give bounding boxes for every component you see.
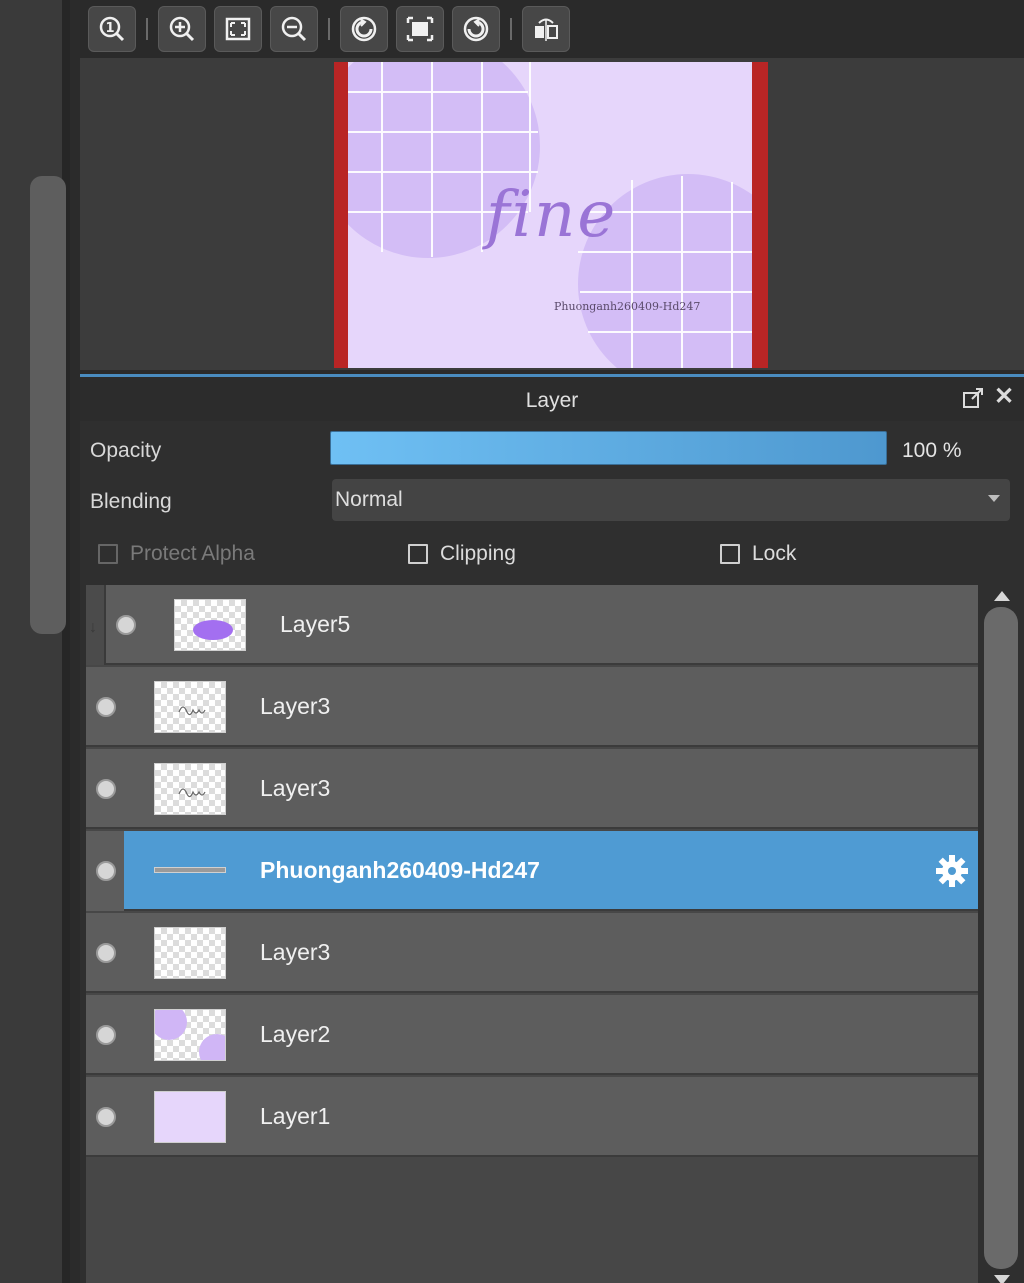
reset-view-icon (406, 16, 434, 42)
popout-icon[interactable] (962, 387, 984, 409)
scroll-up-icon[interactable] (994, 591, 1010, 601)
flip-horizontal-icon (535, 18, 558, 41)
purple-blob-thumb (193, 620, 233, 640)
visibility-toggle[interactable] (96, 861, 116, 881)
purple-corners-thumb (155, 1010, 225, 1060)
layer-name: Phuonganh260409-Hd247 (260, 857, 540, 883)
canvas-text-fine: fine (486, 178, 618, 252)
rotate-right-button[interactable] (452, 6, 500, 52)
lock-label: Lock (752, 542, 797, 565)
layer-list: ↓ Layer5 Layer3 Layer3 Phuonganh260409-H… (86, 585, 978, 1283)
visibility-toggle[interactable] (96, 1107, 116, 1127)
layer-row[interactable]: ↓ Layer5 (86, 585, 978, 665)
visibility-toggle[interactable] (116, 615, 136, 635)
layer-row[interactable]: Layer3 (86, 749, 978, 829)
canvas-viewport-frame: fine Phuonganh260409-Hd247 (334, 62, 768, 368)
gear-icon[interactable] (934, 853, 970, 889)
visibility-toggle[interactable] (96, 943, 116, 963)
toolbar-separator (510, 18, 512, 40)
protect-alpha-label: Protect Alpha (130, 542, 255, 565)
layer-row-selected[interactable]: Phuonganh260409-Hd247 (86, 831, 978, 911)
layer-thumbnail (174, 599, 246, 651)
layer-thumbnail (154, 763, 226, 815)
rotate-right-icon (463, 16, 489, 42)
zoom-in-button[interactable] (158, 6, 206, 52)
fine-sketch-thumb (178, 788, 206, 798)
clipping-checkbox[interactable]: Clipping (408, 542, 516, 566)
lock-checkbox[interactable]: Lock (720, 542, 796, 566)
layer-thumbnail (154, 927, 226, 979)
text-line-thumb (154, 867, 226, 873)
blending-select[interactable]: Normal (332, 479, 1010, 521)
reset-view-button[interactable] (396, 6, 444, 52)
layer-name: Layer1 (260, 1103, 331, 1129)
layer-name: Layer3 (260, 693, 331, 719)
fit-window-icon (225, 17, 251, 41)
blending-label: Blending (90, 490, 172, 513)
left-scrollbar-thumb[interactable] (30, 176, 66, 634)
app-root: 1 fine Phuonganh260409-Hd247 Layer ✕ Opa… (0, 0, 1024, 1283)
layer-row[interactable]: Layer3 (86, 667, 978, 747)
blending-value: Normal (335, 488, 403, 511)
scrollbar-thumb[interactable] (984, 607, 1018, 1269)
visibility-toggle[interactable] (96, 779, 116, 799)
layer-name: Layer2 (260, 1021, 331, 1047)
close-icon[interactable]: ✕ (992, 385, 1016, 409)
rotate-left-button[interactable] (340, 6, 388, 52)
panel-header: Layer ✕ (80, 377, 1024, 421)
checkbox-box (408, 544, 428, 564)
zoom-actual-button[interactable]: 1 (88, 6, 136, 52)
left-panel-strip (0, 0, 70, 1283)
canvas-preview: fine Phuonganh260409-Hd247 (348, 62, 752, 368)
protect-alpha-checkbox[interactable]: Protect Alpha (98, 542, 255, 566)
svg-text:1: 1 (105, 21, 114, 36)
layer-name: Layer3 (260, 939, 331, 965)
navigator-view[interactable]: fine Phuonganh260409-Hd247 (80, 58, 1024, 370)
layer-row[interactable]: Layer1 (86, 1077, 978, 1157)
toolbar-separator (146, 18, 148, 40)
opacity-label: Opacity (90, 439, 162, 462)
layer-name: Layer3 (260, 775, 331, 801)
clipping-indicator: ↓ (86, 585, 106, 665)
checkbox-box (720, 544, 740, 564)
canvas-signature-text: Phuonganh260409-Hd247 (554, 300, 701, 313)
rotate-left-icon (351, 16, 377, 42)
zoom-out-button[interactable] (270, 6, 318, 52)
zoom-actual-icon: 1 (99, 16, 125, 42)
opacity-value: 100 % (902, 439, 962, 462)
zoom-out-icon (281, 16, 307, 42)
layer-list-scrollbar[interactable] (984, 585, 1020, 1283)
layer-thumbnail (154, 1091, 226, 1143)
layer-row[interactable]: Layer3 (86, 913, 978, 993)
layer-panel: Layer ✕ Opacity 100 % Blending Normal Pr… (80, 374, 1024, 1283)
visibility-toggle[interactable] (96, 697, 116, 717)
scroll-down-icon[interactable] (994, 1275, 1010, 1283)
checkbox-box (98, 544, 118, 564)
clip-arrow-icon: ↓ (89, 619, 97, 636)
layer-name: Layer5 (280, 611, 351, 637)
flip-horizontal-button[interactable] (522, 6, 570, 52)
layer-thumbnail (154, 681, 226, 733)
fine-sketch-thumb (178, 706, 206, 716)
opacity-slider[interactable] (330, 431, 887, 465)
zoom-in-icon (169, 16, 195, 42)
clipping-label: Clipping (440, 542, 516, 565)
fit-window-button[interactable] (214, 6, 262, 52)
panel-title: Layer (525, 389, 579, 412)
visibility-toggle[interactable] (96, 1025, 116, 1045)
layer-thumbnail (154, 1009, 226, 1061)
toolbar-separator (328, 18, 330, 40)
layer-row[interactable]: Layer2 (86, 995, 978, 1075)
chevron-down-icon (988, 495, 1000, 502)
navigator-toolbar: 1 (80, 0, 1024, 58)
